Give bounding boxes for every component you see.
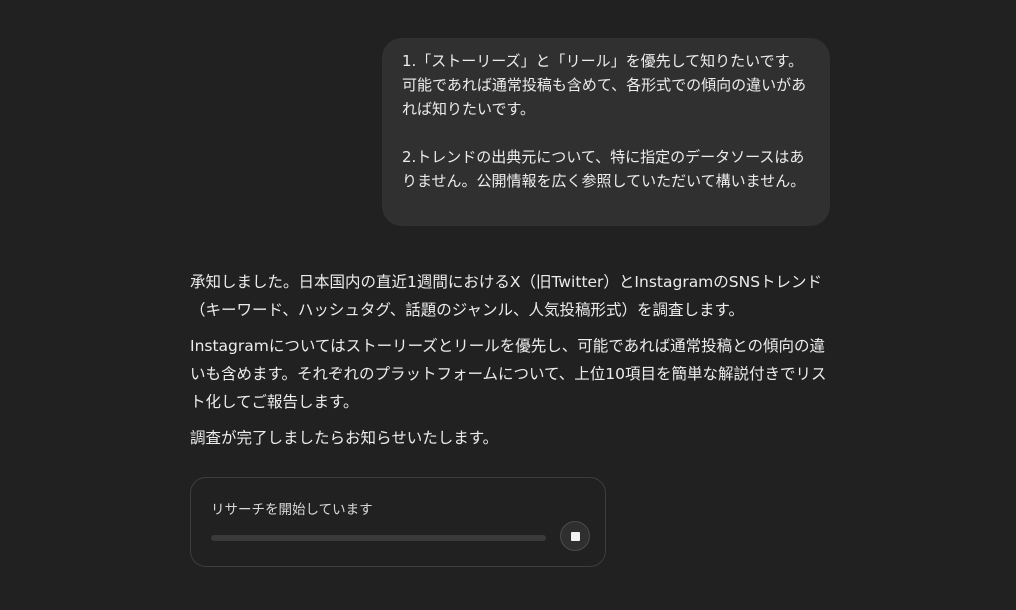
user-message-spacer <box>402 121 810 145</box>
user-message-bubble: 1.「ストーリーズ」と「リール」を優先して知りたいです。可能であれば通常投稿も含… <box>382 38 830 226</box>
assistant-paragraph-2: Instagramについてはストーリーズとリールを優先し、可能であれば通常投稿と… <box>190 337 827 411</box>
chat-thread: 1.「ストーリーズ」と「リール」を優先して知りたいです。可能であれば通常投稿も含… <box>0 0 1016 610</box>
research-progress-bar <box>211 535 546 541</box>
user-message-paragraph-1: 1.「ストーリーズ」と「リール」を優先して知りたいです。可能であれば通常投稿も含… <box>402 52 807 118</box>
assistant-message: 承知しました。日本国内の直近1週間におけるX（旧Twitter）とInstagr… <box>190 268 830 460</box>
assistant-paragraph-3: 調査が完了しましたらお知らせいたします。 <box>190 429 499 447</box>
research-status-text: リサーチを開始しています <box>211 502 373 518</box>
user-message-paragraph-2: 2.トレンドの出典元について、特に指定のデータソースはありません。公開情報を広く… <box>402 148 806 190</box>
research-status-card: リサーチを開始しています <box>190 477 606 567</box>
stop-research-button[interactable] <box>560 521 590 551</box>
stop-icon <box>570 531 580 541</box>
assistant-paragraph-1: 承知しました。日本国内の直近1週間におけるX（旧Twitter）とInstagr… <box>190 273 823 319</box>
